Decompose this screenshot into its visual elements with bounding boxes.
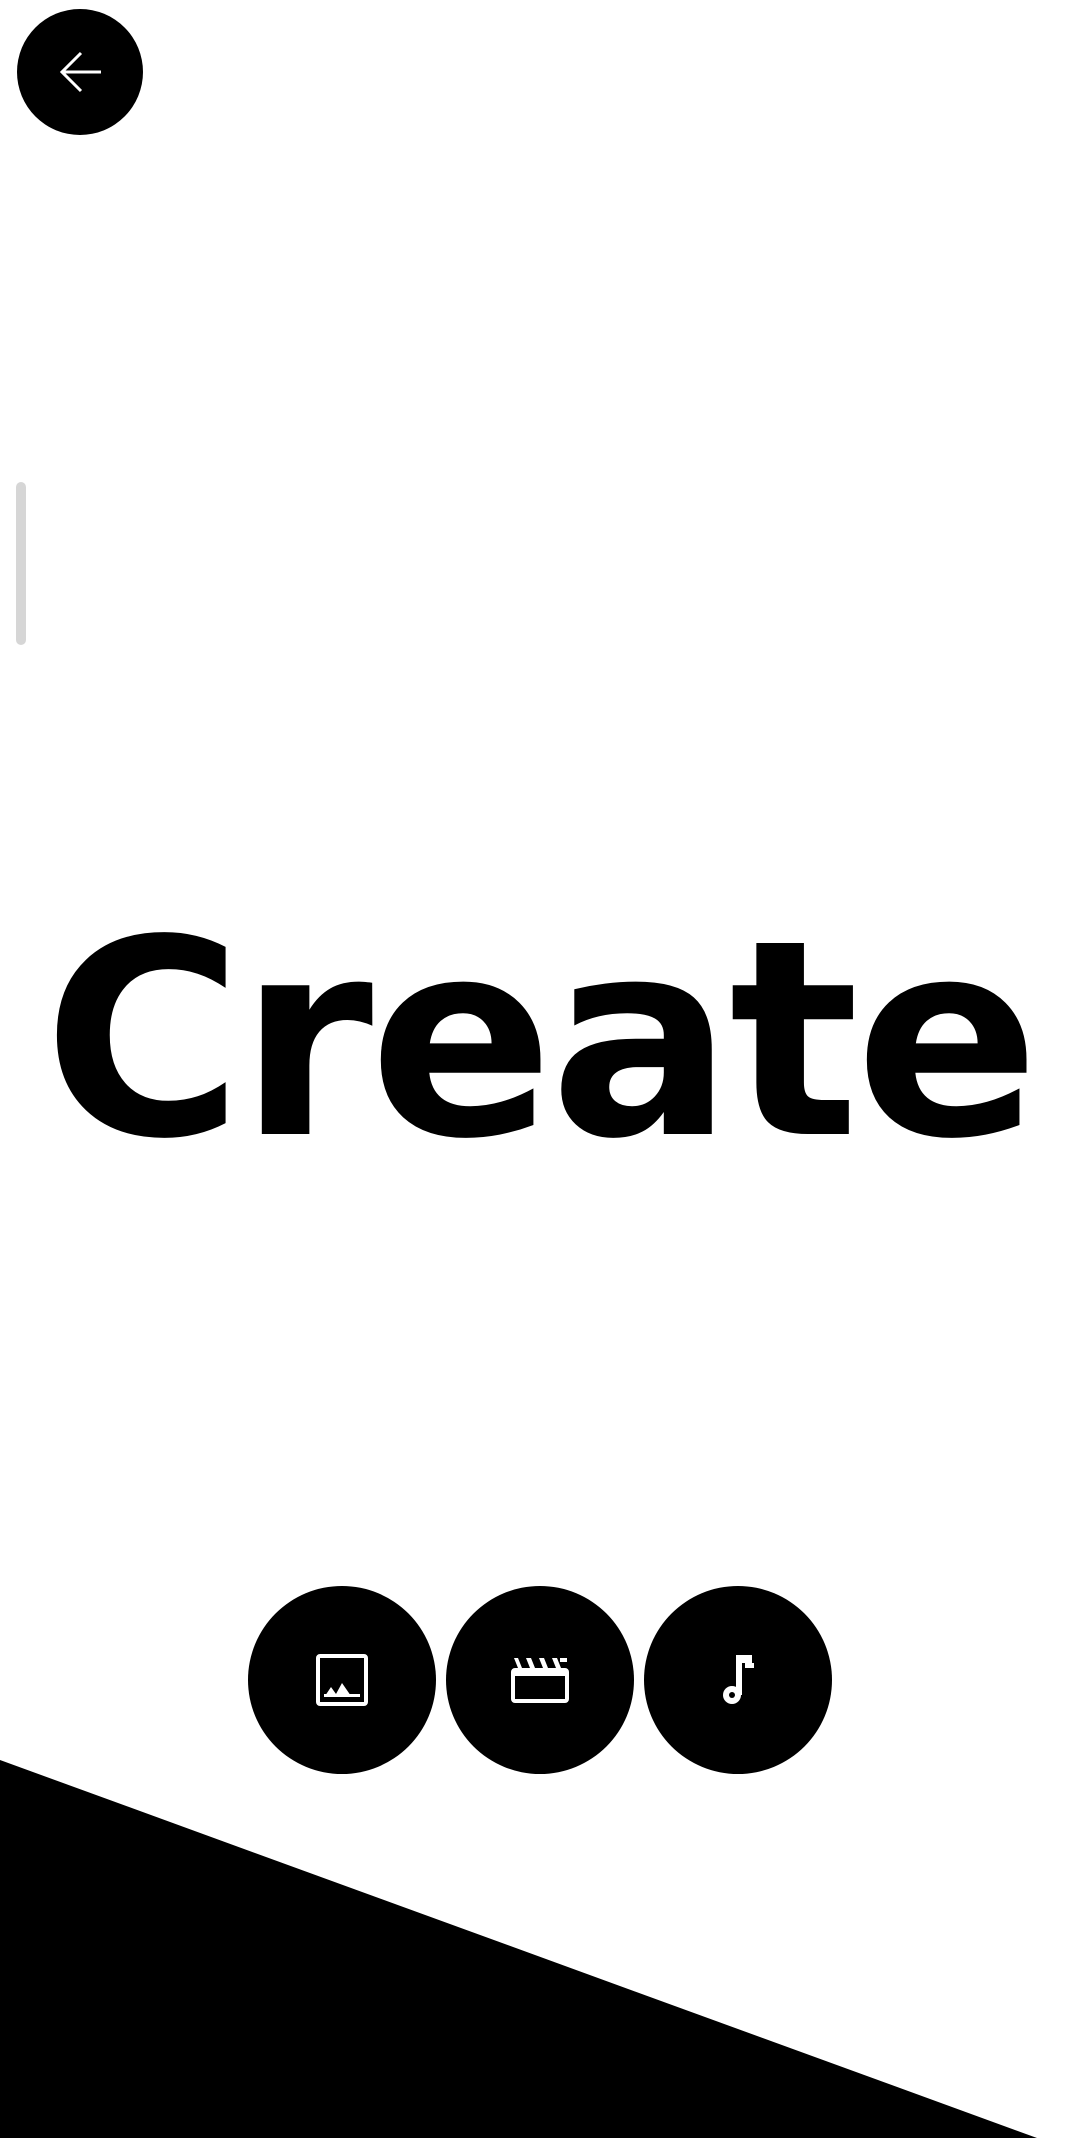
create-screen: Create xyxy=(0,0,1079,2138)
back-button[interactable] xyxy=(17,9,143,135)
scroll-indicator[interactable] xyxy=(16,482,26,645)
image-icon xyxy=(316,1654,368,1706)
add-image-button[interactable] xyxy=(248,1586,436,1774)
media-options xyxy=(248,1586,832,1774)
page-title: Create xyxy=(43,883,1039,1199)
music-note-icon xyxy=(723,1655,754,1704)
clapperboard-icon xyxy=(511,1658,569,1703)
arrow-left-icon xyxy=(59,51,101,93)
add-video-button[interactable] xyxy=(446,1586,634,1774)
add-audio-button[interactable] xyxy=(644,1586,832,1774)
